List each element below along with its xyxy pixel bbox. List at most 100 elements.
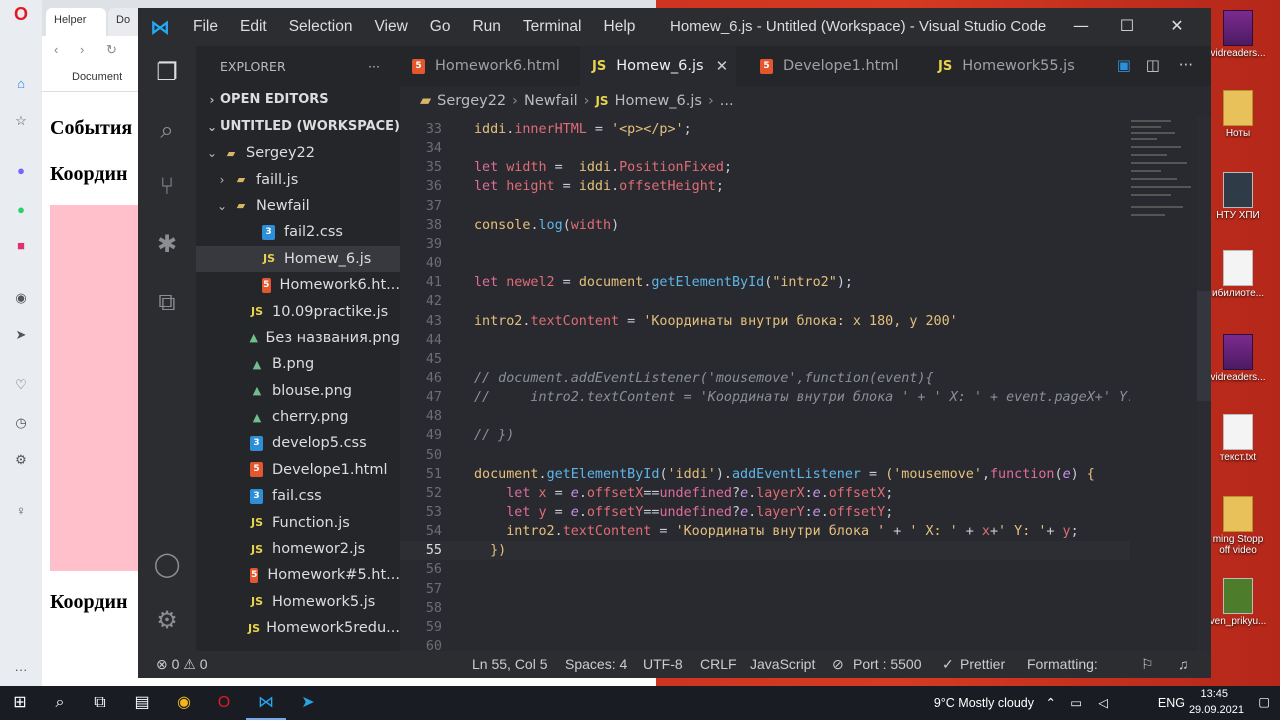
tree-item[interactable]: 3 fail.css — [196, 483, 400, 509]
indentation[interactable]: Spaces: 4 — [565, 656, 627, 672]
tree-item[interactable]: › ▰ faill.js — [196, 166, 400, 192]
problems-indicator[interactable]: ⊗ 0 ⚠ 0 — [156, 656, 208, 673]
desktop-icon[interactable]: ибилиоте... — [1206, 250, 1270, 299]
menu-help[interactable]: Help — [593, 18, 647, 36]
language-mode[interactable]: JavaScript — [750, 656, 815, 672]
tree-item[interactable]: 3 fail2.css — [196, 219, 400, 245]
scrollbar-thumb[interactable] — [1197, 291, 1211, 401]
tree-item[interactable]: 3 develop5.css — [196, 430, 400, 456]
more-icon[interactable]: ··· — [13, 662, 29, 678]
notifications-icon[interactable]: ▢ — [1258, 694, 1270, 709]
bookmark-icon[interactable]: ☆ — [13, 113, 29, 129]
menu-run[interactable]: Run — [461, 18, 511, 36]
history-icon[interactable]: ◷ — [13, 415, 29, 431]
accounts-icon[interactable]: ◯ — [151, 548, 183, 580]
desktop-icon[interactable]: ven_prikyu... — [1206, 578, 1270, 627]
menu-go[interactable]: Go — [419, 18, 462, 36]
telegram-icon[interactable]: ➤ — [296, 691, 320, 715]
desktop-icon[interactable]: vidreaders... — [1206, 10, 1270, 59]
task-view-icon[interactable]: ⧉ — [88, 691, 112, 715]
desktop-icon[interactable]: vidreaders... — [1206, 334, 1270, 383]
browser-tab[interactable]: Helper — [46, 8, 106, 36]
menu-edit[interactable]: Edit — [229, 18, 278, 36]
cursor-position[interactable]: Ln 55, Col 5 — [472, 656, 548, 672]
desktop-icon[interactable]: НТУ ХПИ — [1206, 172, 1270, 221]
heart-icon[interactable]: ♡ — [13, 377, 29, 393]
close-icon[interactable]: ✕ — [1154, 8, 1200, 46]
tree-item[interactable]: JS Homew_6.js — [196, 245, 400, 272]
code-editor[interactable]: 33 iddi.innerHTML = '<p></p>'; 34 35 let wid… — [400, 116, 1130, 651]
settings-icon[interactable]: ⚙ — [13, 452, 29, 468]
split-editor-icon[interactable]: ◫ — [1146, 56, 1160, 74]
network-icon[interactable]: ▭ — [1070, 695, 1082, 710]
desktop-icon[interactable]: ming Stopp off video — [1206, 496, 1270, 556]
open-editors-section[interactable]: › OPEN EDITORS — [196, 86, 400, 113]
instagram-icon[interactable]: ■ — [13, 238, 29, 254]
tree-item[interactable]: ⌄ ▰ Newfail — [196, 193, 400, 219]
css-file-icon[interactable]: ▣ — [1117, 56, 1131, 74]
explorer-icon[interactable]: ❐ — [151, 56, 183, 88]
manage-gear-icon[interactable]: ⚙ — [151, 604, 183, 636]
notifications-bell-icon[interactable]: ♫ — [1178, 656, 1189, 672]
prettier[interactable]: Prettier — [960, 656, 1005, 672]
tree-item[interactable]: 5 Homework#5.ht... — [196, 562, 400, 588]
windows-start-icon[interactable]: ⊞ — [8, 691, 32, 715]
tree-item[interactable]: JS Homework5.js — [196, 589, 400, 615]
opera-logo-icon[interactable]: O — [14, 4, 28, 25]
tree-item[interactable]: JS Homework5redu... — [196, 615, 400, 641]
breadcrumb-item[interactable]: ... — [720, 93, 734, 109]
tips-icon[interactable]: ♀ — [13, 503, 29, 519]
more-actions-icon[interactable]: ··· — [1179, 56, 1193, 74]
search-icon[interactable]: ⌕ — [151, 114, 183, 146]
tab-homew6-js[interactable]: JS Homew_6.js ✕ — [580, 46, 736, 86]
tree-item[interactable]: JS Function.js — [196, 509, 400, 535]
bookmark-document[interactable]: Document — [72, 71, 122, 83]
minimize-icon[interactable]: — — [1058, 8, 1104, 46]
send-icon[interactable]: ➤ — [13, 327, 29, 343]
feedback-icon[interactable]: ⚐ — [1141, 656, 1154, 673]
back-icon[interactable]: ‹ — [54, 42, 58, 57]
minimap[interactable] — [1129, 116, 1199, 236]
close-tab-icon[interactable]: ✕ — [716, 57, 729, 75]
menu-selection[interactable]: Selection — [278, 18, 364, 36]
tree-item[interactable]: 5 Develope1.html — [196, 457, 400, 483]
player-icon[interactable]: ◉ — [13, 290, 29, 306]
messenger-icon[interactable]: ● — [13, 163, 29, 179]
store-icon[interactable]: ▤ — [130, 691, 154, 715]
breadcrumb-item[interactable]: Newfail — [524, 93, 578, 109]
breadcrumb-item[interactable]: Homew_6.js — [615, 93, 702, 109]
home-icon[interactable]: ⌂ — [13, 76, 29, 92]
tree-item[interactable]: ▲ cherry.png — [196, 404, 400, 430]
breadcrumb-item[interactable]: Sergey22 — [437, 93, 506, 109]
tree-item[interactable]: ⌄ ▰ Sergey22 — [196, 140, 400, 166]
maximize-icon[interactable]: ☐ — [1104, 8, 1150, 46]
menu-file[interactable]: File — [182, 18, 229, 36]
formatting[interactable]: Formatting: — [1027, 656, 1098, 672]
weather[interactable]: 9°C Mostly cloudy — [934, 696, 1034, 710]
encoding[interactable]: UTF-8 — [643, 656, 683, 672]
tree-item[interactable]: ▲ blouse.png — [196, 378, 400, 404]
tree-item[interactable]: ▲ B.png — [196, 351, 400, 377]
tab-develope1-html[interactable]: 5 Develope1.html — [748, 46, 914, 86]
workspace-section[interactable]: ⌄ UNTITLED (WORKSPACE) — [196, 113, 400, 140]
volume-icon[interactable]: ◁ — [1098, 695, 1108, 710]
tree-item[interactable]: 5 Homework6.ht... — [196, 272, 400, 298]
language-indicator[interactable]: ENG — [1158, 696, 1185, 710]
vscode-taskbar-icon[interactable]: ⋈ — [254, 691, 278, 715]
vertical-scrollbar[interactable] — [1197, 116, 1211, 651]
extensions-icon[interactable]: ⧉ — [151, 286, 183, 318]
debug-icon[interactable]: ✱ — [151, 228, 183, 260]
more-actions-icon[interactable]: ··· — [368, 59, 380, 74]
menu-view[interactable]: View — [363, 18, 418, 36]
tree-item[interactable]: JS 10.09practike.js — [196, 298, 400, 324]
up-arrow-icon[interactable]: ⌃ — [1046, 695, 1056, 710]
search-icon[interactable]: ⌕ — [48, 691, 72, 715]
whatsapp-icon[interactable]: ● — [13, 202, 29, 218]
tab-homework6-html[interactable]: 5 Homework6.html — [400, 46, 576, 86]
menu-terminal[interactable]: Terminal — [512, 18, 593, 36]
reload-icon[interactable]: ↻ — [106, 42, 117, 58]
opera-icon[interactable]: O — [212, 691, 236, 715]
chrome-icon[interactable]: ◉ — [172, 691, 196, 715]
source-control-icon[interactable]: ⑂ — [151, 170, 183, 202]
tab-homework55-js[interactable]: JS Homework55.js — [926, 46, 1096, 86]
